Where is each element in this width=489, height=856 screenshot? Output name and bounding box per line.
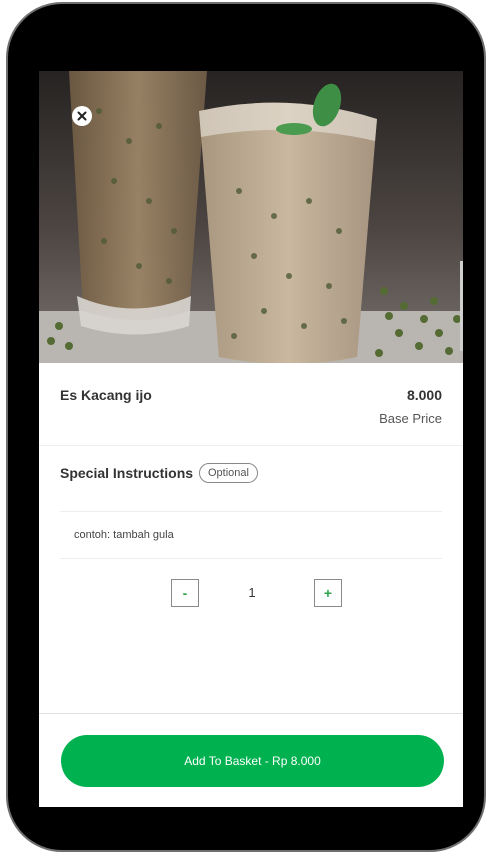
divider bbox=[39, 445, 463, 446]
quantity-increment-button[interactable]: + bbox=[314, 579, 342, 607]
divider bbox=[60, 558, 442, 559]
item-price: 8.000 bbox=[406, 387, 442, 403]
item-photo bbox=[39, 71, 463, 363]
quantity-decrement-button[interactable]: - bbox=[171, 579, 199, 607]
special-instructions-input[interactable] bbox=[60, 521, 442, 549]
scroll-indicator bbox=[460, 261, 463, 351]
base-price-label: Base Price bbox=[379, 411, 442, 426]
item-name: Es Kacang ijo bbox=[60, 387, 152, 403]
divider bbox=[60, 511, 442, 512]
optional-badge: Optional bbox=[199, 463, 258, 483]
quantity-value: 1 bbox=[248, 585, 256, 600]
item-detail-screen: Es Kacang ijo 8.000 Base Price Special I… bbox=[39, 71, 463, 807]
footer-divider bbox=[39, 713, 463, 714]
phone-frame: Es Kacang ijo 8.000 Base Price Special I… bbox=[6, 2, 486, 852]
close-button[interactable] bbox=[72, 106, 92, 126]
special-instructions-title: Special Instructions bbox=[60, 465, 194, 481]
close-icon bbox=[77, 111, 87, 121]
add-to-basket-button[interactable]: Add To Basket - Rp 8.000 bbox=[61, 735, 444, 787]
item-photo-illustration bbox=[39, 71, 463, 363]
